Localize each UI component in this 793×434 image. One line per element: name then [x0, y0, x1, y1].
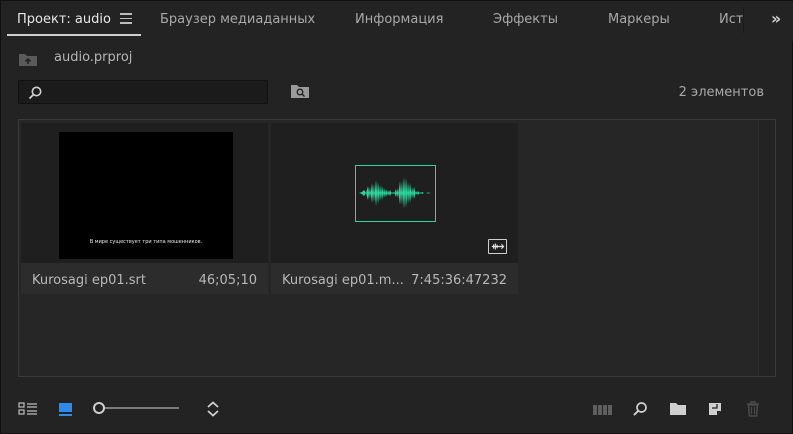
project-file-name: audio.prproj	[54, 50, 133, 65]
icon-view-icon[interactable]	[58, 401, 74, 417]
item-thumbnail[interactable]: В мире существует три типа мошенников.	[21, 123, 268, 263]
project-item-captions[interactable]: В мире существует три типа мошенников. K…	[21, 123, 268, 294]
tab-separator	[743, 7, 744, 33]
tab-info[interactable]: Информация	[355, 12, 443, 27]
find-icon[interactable]	[632, 401, 648, 417]
list-view-icon[interactable]	[18, 402, 38, 416]
caption-preview-frame: В мире существует три типа мошенников.	[59, 132, 233, 259]
project-items-grid: В мире существует три типа мошенников. K…	[18, 119, 776, 377]
search-icon	[28, 86, 42, 100]
trash-icon[interactable]	[745, 400, 761, 418]
item-name[interactable]: Kurosagi ep01.m...	[282, 273, 404, 288]
new-search-bin-icon[interactable]	[290, 83, 310, 99]
caption-preview-text: В мире существует три типа мошенников.	[89, 239, 203, 245]
zoom-slider-track[interactable]	[104, 407, 179, 409]
active-tab-indicator	[7, 34, 141, 36]
waveform-icon	[359, 177, 431, 209]
automate-to-sequence-icon[interactable]	[592, 402, 614, 416]
item-count: 2 элементов	[678, 85, 764, 100]
audio-waveform	[355, 165, 436, 222]
tab-project[interactable]: Проект: audio	[17, 12, 111, 27]
tab-effects[interactable]: Эффекты	[493, 12, 558, 27]
item-duration: 7:45:36:47232	[411, 273, 507, 288]
tab-media-browser[interactable]: Браузер медиаданных	[160, 12, 315, 27]
project-item-audio[interactable]: Kurosagi ep01.m... 7:45:36:47232	[271, 123, 518, 294]
audio-clip-icon	[488, 239, 507, 254]
vertical-scrollbar[interactable]	[758, 120, 775, 376]
project-panel: Проект: audio Браузер медиаданных Информ…	[0, 0, 793, 434]
panel-menu-icon[interactable]	[120, 13, 132, 24]
tab-history[interactable]: Ист	[719, 12, 743, 27]
item-duration: 46;05;10	[198, 273, 257, 288]
zoom-slider-knob[interactable]	[93, 402, 105, 414]
tab-markers[interactable]: Маркеры	[608, 12, 670, 27]
item-name[interactable]: Kurosagi ep01.srt	[32, 273, 146, 288]
new-item-icon[interactable]	[707, 401, 723, 417]
sort-icon[interactable]	[205, 400, 221, 418]
bin-up-icon[interactable]	[18, 51, 38, 67]
search-input[interactable]	[47, 83, 262, 101]
tab-bar: Проект: audio Браузер медиаданных Информ…	[1, 1, 793, 41]
search-box[interactable]	[18, 80, 268, 104]
new-bin-icon[interactable]	[669, 402, 687, 416]
double-chevron-right-icon[interactable]: ››	[771, 9, 781, 28]
item-thumbnail[interactable]	[271, 123, 518, 263]
